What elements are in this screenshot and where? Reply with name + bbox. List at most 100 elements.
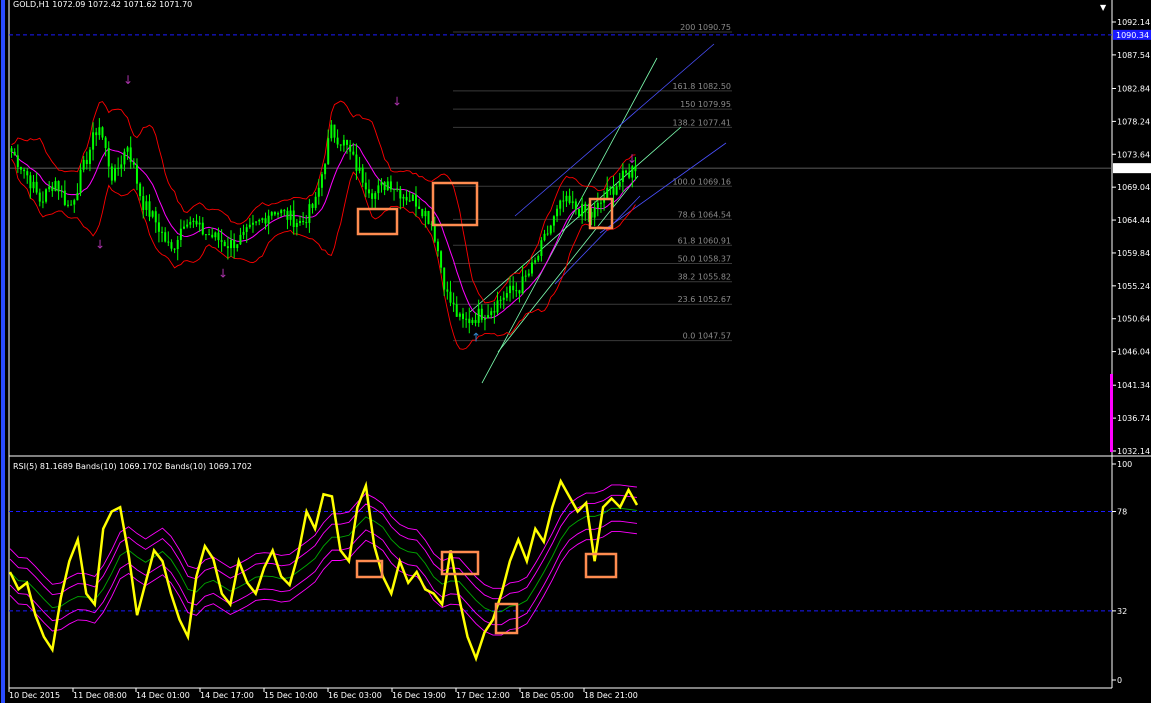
candle-body [530, 262, 533, 274]
candle-body [170, 242, 173, 249]
candle-body [82, 159, 85, 170]
candle-body [161, 231, 164, 233]
candle-body [173, 248, 176, 250]
candle-body [139, 183, 142, 197]
candle-body [320, 174, 323, 188]
time-label: 16 Dec 19:00 [392, 691, 446, 700]
candle-body [51, 186, 54, 192]
rsi-tick-label: 32 [1117, 607, 1127, 616]
candle-body [606, 187, 609, 199]
candle-body [295, 222, 298, 228]
candle-body [471, 320, 474, 324]
candle-body [60, 190, 63, 192]
candle-body [192, 220, 195, 222]
candle-body [201, 222, 204, 235]
highlight-box [431, 181, 479, 227]
fib-label: 100.0 1069.16 [672, 177, 731, 186]
candle-body [16, 155, 19, 168]
candle-body [13, 151, 16, 156]
candle-body [255, 221, 258, 223]
candle-body [465, 318, 468, 320]
candle-body [615, 186, 618, 195]
candle-body [214, 232, 217, 238]
rsi-title: RSI(5) 81.1689 Bands(10) 1069.1702 Bands… [13, 462, 252, 471]
candle-body [167, 241, 170, 243]
candle-body [314, 196, 317, 208]
time-label: 17 Dec 12:00 [456, 691, 510, 700]
candle-body [474, 320, 477, 323]
candle-body [396, 188, 399, 190]
candle-body [386, 181, 389, 190]
candle-body [324, 164, 327, 175]
candle-body [186, 224, 189, 227]
candle-body [220, 240, 223, 242]
fib-label: 61.8 1060.91 [678, 236, 731, 245]
candle-body [499, 299, 502, 301]
candle-body [305, 222, 308, 224]
candle-body [41, 201, 44, 203]
candle-body [57, 181, 60, 192]
candle-body [540, 240, 543, 256]
candle-body [496, 300, 499, 313]
candle-body [308, 204, 311, 223]
candle-body [10, 148, 13, 152]
rsi-band [9, 494, 638, 600]
candle-body [211, 234, 214, 238]
candle-body [70, 204, 73, 206]
candle-body [236, 244, 239, 248]
candle-body [568, 195, 571, 203]
candle-body [549, 225, 552, 234]
candle-body [609, 187, 612, 189]
candle-body [393, 188, 396, 190]
candle-body [512, 285, 515, 291]
candle-body [226, 246, 229, 249]
candle-body [179, 228, 182, 240]
time-label: 10 Dec 2015 [9, 691, 60, 700]
price-tick-label: 1078.24 [1117, 117, 1150, 126]
price-tick-label: 1059.84 [1117, 249, 1150, 258]
candle-body [364, 182, 367, 190]
candle-body [126, 147, 129, 152]
candle-body [38, 192, 41, 202]
fib-label: 78.6 1064.54 [678, 210, 731, 219]
candle-body [298, 220, 301, 223]
candle-body [85, 159, 88, 164]
candle-body [239, 234, 242, 245]
candle-body [358, 167, 361, 171]
fib-label: 150 1079.95 [680, 100, 731, 109]
candle-body [208, 234, 211, 236]
candle-body [251, 222, 254, 225]
candle-body [26, 171, 29, 176]
time-label: 14 Dec 01:00 [136, 691, 190, 700]
candle-body [217, 232, 220, 241]
candle-body [195, 220, 198, 225]
candle-body [114, 167, 117, 181]
time-label: 15 Dec 10:00 [264, 691, 318, 700]
candle-body [261, 218, 264, 220]
candle-body [452, 302, 455, 305]
candle-body [584, 203, 587, 212]
candle-body [346, 139, 349, 145]
price-tick-label: 1092.14 [1117, 18, 1150, 27]
highlight-box [356, 207, 399, 236]
candle-body [537, 255, 540, 261]
time-label: 16 Dec 03:00 [328, 691, 382, 700]
candle-body [571, 201, 574, 203]
dashed-level-label: 1090.34 [1116, 31, 1149, 40]
signal-arrow-icon: ↓ [218, 266, 228, 280]
candle-body [628, 172, 631, 178]
candle-body [107, 147, 110, 167]
candle-body [164, 232, 167, 242]
dropdown-icon[interactable]: ▼ [1100, 3, 1107, 12]
candle-body [120, 164, 123, 169]
chart-canvas[interactable]: GOLD,H1 1072.09 1072.42 1071.62 1071.70 … [0, 0, 1151, 703]
candle-body [280, 210, 283, 214]
candle-body [449, 291, 452, 303]
candle-body [352, 151, 355, 155]
candle-body [411, 194, 414, 201]
rsi-tick-label: 78 [1117, 508, 1127, 517]
fib-label: 200 1090.75 [680, 23, 731, 32]
time-label: 11 Dec 08:00 [73, 691, 127, 700]
candle-body [414, 194, 417, 207]
candle-body [543, 233, 546, 241]
